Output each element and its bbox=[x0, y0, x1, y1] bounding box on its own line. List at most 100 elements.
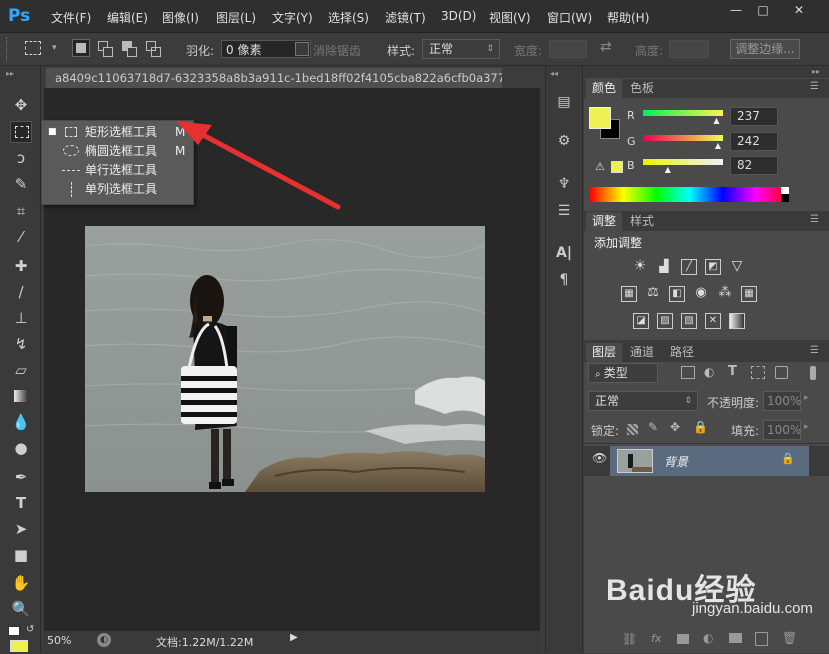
zoom-tool-icon[interactable]: 🔍 bbox=[10, 598, 32, 620]
vibrance-icon[interactable]: ▽ bbox=[729, 259, 745, 275]
threshold-icon[interactable]: ▧ bbox=[681, 313, 697, 329]
add-mask-icon[interactable] bbox=[677, 634, 689, 644]
spectrum-black-swatch[interactable] bbox=[781, 194, 789, 202]
new-group-icon[interactable] bbox=[729, 633, 742, 643]
delete-layer-icon[interactable]: 🗑 bbox=[782, 631, 797, 645]
posterize-icon[interactable]: ▨ bbox=[657, 313, 673, 329]
color-spectrum-bar[interactable] bbox=[590, 187, 789, 202]
menu-edit[interactable]: 编辑(E) bbox=[107, 9, 148, 26]
history-brush-tool-icon[interactable]: ↯ bbox=[10, 333, 32, 355]
g-value-input[interactable]: 242 bbox=[730, 132, 778, 151]
tab-color[interactable]: 颜色 bbox=[586, 79, 623, 98]
collapse-toolbar-icon[interactable]: ▸▸ bbox=[6, 69, 14, 78]
filter-adjustment-icon[interactable]: ◐ bbox=[704, 365, 714, 379]
status-info-icon[interactable]: ◐ bbox=[97, 633, 111, 647]
layer-name[interactable]: 背景 bbox=[664, 453, 688, 470]
antialias-checkbox[interactable] bbox=[295, 42, 309, 56]
r-value-input[interactable]: 237 bbox=[730, 107, 778, 126]
character-panel-icon[interactable]: A| bbox=[553, 242, 575, 264]
brush-presets-icon[interactable]: ☰ bbox=[553, 200, 575, 222]
panel-menu-icon[interactable]: ☰ bbox=[810, 214, 819, 225]
levels-icon[interactable]: ▟ bbox=[656, 259, 672, 275]
restore-button[interactable]: □ bbox=[752, 2, 774, 18]
menu-file[interactable]: 文件(F) bbox=[51, 9, 91, 26]
document-tab[interactable]: a8409c11063718d7-6323358a8b3a911c-1bed18… bbox=[46, 68, 502, 88]
default-colors-icon[interactable] bbox=[8, 626, 20, 636]
filter-pixel-icon[interactable] bbox=[681, 366, 695, 379]
g-slider-thumb[interactable]: ▲ bbox=[715, 141, 721, 150]
add-to-selection-icon[interactable] bbox=[96, 39, 114, 57]
rect-marquee-tool-icon[interactable] bbox=[10, 121, 32, 143]
eraser-tool-icon[interactable]: ▱ bbox=[10, 359, 32, 381]
tool-preset-icon[interactable] bbox=[25, 41, 41, 55]
new-layer-icon[interactable] bbox=[755, 632, 768, 646]
lock-pixels-icon[interactable]: ✎ bbox=[648, 420, 658, 434]
lock-all-icon[interactable]: 🔒 bbox=[693, 420, 708, 434]
layer-filter-select[interactable]: ⌕ 类型 bbox=[588, 363, 658, 383]
invert-icon[interactable]: ◪ bbox=[633, 313, 649, 329]
tab-swatches[interactable]: 色板 bbox=[624, 79, 660, 98]
panel-menu-icon[interactable]: ☰ bbox=[810, 345, 819, 356]
menu-filter[interactable]: 滤镜(T) bbox=[385, 9, 426, 26]
tool-preset-dropdown-icon[interactable]: ▾ bbox=[52, 43, 57, 53]
collapse-panels-icon[interactable]: ▸▸ bbox=[812, 67, 820, 76]
blur-tool-icon[interactable]: 💧 bbox=[10, 411, 32, 433]
menu-layer[interactable]: 图层(L) bbox=[216, 9, 256, 26]
hue-saturation-icon[interactable]: ▦ bbox=[621, 286, 637, 302]
blend-mode-select[interactable]: 正常 ⇕ bbox=[588, 391, 698, 411]
lasso-tool-icon[interactable]: ↄ bbox=[10, 147, 32, 169]
foreground-color-swatch[interactable] bbox=[10, 640, 28, 652]
fill-input[interactable]: 100% bbox=[763, 420, 801, 440]
layer-style-fx-icon[interactable]: fx bbox=[651, 632, 661, 645]
brightness-contrast-icon[interactable]: ☀ bbox=[632, 259, 648, 275]
width-input[interactable] bbox=[549, 40, 587, 58]
foreground-color-swatch-panel[interactable] bbox=[589, 107, 611, 129]
b-value-input[interactable]: 82 bbox=[730, 156, 778, 175]
gradient-map-icon[interactable]: ✕ bbox=[705, 313, 721, 329]
curves-icon[interactable]: ╱ bbox=[681, 259, 697, 275]
color-lookup-icon[interactable]: ▦ bbox=[741, 286, 757, 302]
pen-tool-icon[interactable]: ✒ bbox=[10, 466, 32, 488]
properties-panel-icon[interactable]: ⚙ bbox=[553, 130, 575, 152]
channel-mixer-icon[interactable]: ⁂ bbox=[717, 286, 733, 302]
r-slider-track[interactable] bbox=[643, 110, 723, 116]
quick-selection-tool-icon[interactable]: ✎ bbox=[10, 173, 32, 195]
close-button[interactable]: ✕ bbox=[788, 2, 810, 18]
opacity-input[interactable]: 100% bbox=[763, 391, 801, 411]
hand-tool-icon[interactable]: ✋ bbox=[10, 572, 32, 594]
history-panel-icon[interactable]: ▤ bbox=[553, 91, 575, 113]
spectrum-white-swatch[interactable] bbox=[781, 187, 789, 194]
tab-styles[interactable]: 样式 bbox=[624, 212, 660, 231]
dodge-tool-icon[interactable]: ● bbox=[10, 437, 32, 459]
black-white-icon[interactable]: ◧ bbox=[669, 286, 685, 302]
selective-color-icon[interactable] bbox=[729, 313, 745, 329]
subtract-from-selection-icon[interactable] bbox=[120, 39, 138, 57]
zoom-level[interactable]: 50% bbox=[47, 634, 71, 647]
swap-colors-icon[interactable]: ↺ bbox=[26, 624, 34, 635]
menu-window[interactable]: 窗口(W) bbox=[547, 9, 592, 26]
menu-select[interactable]: 选择(S) bbox=[328, 9, 369, 26]
exposure-icon[interactable]: ◩ bbox=[705, 259, 721, 275]
paragraph-panel-icon[interactable]: ¶ bbox=[553, 269, 575, 291]
g-slider-track[interactable] bbox=[643, 135, 723, 141]
photo-filter-icon[interactable]: ◉ bbox=[693, 286, 709, 302]
link-layers-icon[interactable]: ⛓ bbox=[622, 632, 637, 646]
status-menu-arrow-icon[interactable]: ▶ bbox=[290, 632, 298, 643]
fill-arrow-icon[interactable]: ▸ bbox=[804, 422, 809, 432]
height-input[interactable] bbox=[669, 40, 709, 58]
brush-tool-icon[interactable]: ∕ bbox=[10, 281, 32, 303]
filter-toggle-icon[interactable] bbox=[810, 366, 816, 380]
filter-shape-icon[interactable] bbox=[751, 366, 765, 379]
menu-view[interactable]: 视图(V) bbox=[489, 9, 531, 26]
refine-edge-button[interactable]: 调整边缘... bbox=[730, 39, 800, 59]
swap-icon[interactable]: ⇄ bbox=[600, 39, 612, 55]
path-selection-tool-icon[interactable]: ➤ bbox=[10, 518, 32, 540]
move-tool-icon[interactable]: ✥ bbox=[10, 94, 32, 116]
menu-help[interactable]: 帮助(H) bbox=[607, 9, 649, 26]
tab-channels[interactable]: 通道 bbox=[624, 343, 660, 362]
filter-type-icon[interactable]: T bbox=[728, 364, 737, 379]
gamut-color-swatch[interactable] bbox=[611, 161, 623, 173]
b-slider-track[interactable] bbox=[643, 159, 723, 165]
menu-type[interactable]: 文字(Y) bbox=[272, 9, 313, 26]
b-slider-thumb[interactable]: ▲ bbox=[665, 165, 671, 174]
